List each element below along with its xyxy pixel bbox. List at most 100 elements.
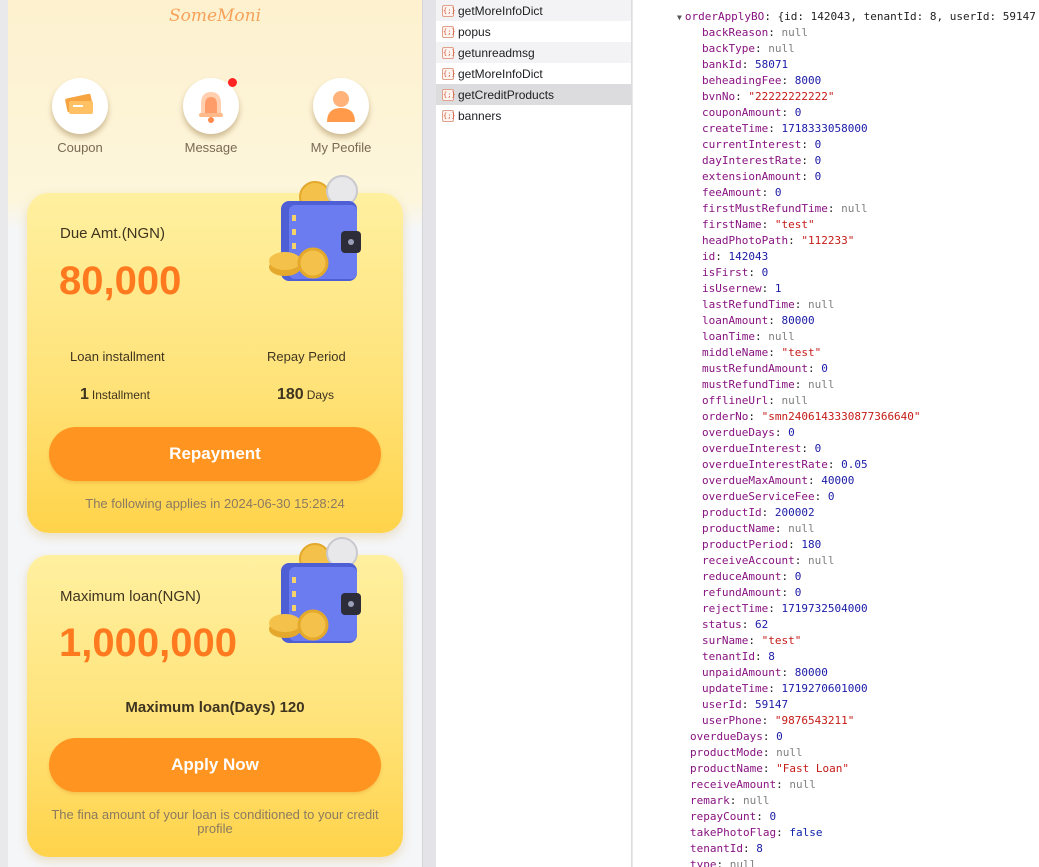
json-colon: : (801, 442, 815, 455)
json-key: isUsernew (702, 282, 762, 295)
json-key: bankId (702, 58, 742, 71)
request-name: getCreditProducts (458, 87, 555, 102)
json-value: false (789, 826, 823, 839)
max-loan-title: Maximum loan(NGN) (60, 588, 201, 605)
json-key: overdueDays (690, 730, 763, 743)
brand-logo: SomeMoni (168, 6, 262, 26)
json-colon: : (716, 858, 730, 867)
json-value: 40000 (821, 474, 855, 487)
json-field: productName: null (702, 521, 815, 537)
json-field: remark: null (690, 793, 770, 809)
json-field: feeAmount: 0 (702, 185, 781, 201)
json-key: loanTime (702, 330, 755, 343)
json-field: loanTime: null (702, 329, 795, 345)
max-loan-days: Maximum loan(Days) 120 (125, 699, 305, 716)
json-field: userId: 59147 (702, 697, 788, 713)
network-request-row[interactable]: {;} getCreditProducts (436, 84, 631, 105)
json-key: receiveAmount (690, 778, 777, 791)
json-value: 0 (774, 186, 782, 199)
max-loan-card: Maximum loan(NGN) 1,000,000 Maximum loan… (27, 537, 403, 857)
request-name: getunreadmsg (458, 45, 535, 60)
json-key: refundAmount (702, 586, 782, 599)
json-colon: : (768, 602, 782, 615)
coupon-label: Coupon (57, 140, 103, 155)
json-value: null (768, 330, 795, 343)
json-colon: : (781, 74, 795, 87)
json-colon: : (776, 826, 790, 839)
json-field: orderNo: "smn2406143330877366640" (702, 409, 921, 425)
json-colon: : (735, 90, 749, 103)
json-key: receiveAccount (702, 554, 795, 567)
json-colon: : (794, 378, 808, 391)
json-field: id: 142043 (702, 249, 768, 265)
network-request-row[interactable]: {;} getunreadmsg (436, 42, 631, 63)
json-key: overdueInterestRate (702, 458, 828, 471)
json-field: surName: "test" (702, 633, 801, 649)
installment-unit: Installment (91, 388, 150, 402)
json-key: extensionAmount (702, 170, 802, 183)
json-key: id (702, 250, 716, 263)
json-colon: : (768, 314, 782, 327)
json-key: rejectTime (702, 602, 769, 615)
xhr-icon: {;} (442, 109, 456, 122)
json-field: receiveAccount: null (702, 553, 834, 569)
json-colon: : (781, 106, 795, 119)
bell-icon (183, 78, 239, 134)
apply-now-button[interactable]: Apply Now (49, 738, 381, 792)
json-key: offlineUrl (702, 394, 769, 407)
json-key: mustRefundAmount (702, 362, 808, 375)
json-value: 0 (827, 490, 835, 503)
response-preview: ······· ▼orderApplyBO: {id: 142043, tena… (633, 0, 1039, 867)
json-colon: : (801, 154, 815, 167)
json-field: productMode: null (690, 745, 803, 761)
panel-divider[interactable] (422, 0, 436, 867)
profile-button[interactable]: My Peofile (291, 78, 391, 155)
network-request-row[interactable]: {;} getMoreInfoDict (436, 0, 631, 21)
json-key: productMode (690, 746, 763, 759)
json-colon: : (781, 570, 795, 583)
due-amount-title: Due Amt.(NGN) (60, 225, 166, 242)
network-request-row[interactable]: {;} popus (436, 21, 631, 42)
json-field: overdueMaxAmount: 40000 (702, 473, 854, 489)
repayment-button[interactable]: Repayment (49, 427, 381, 481)
app-screen: SomeMoni Coupon Message My Peofile Due A… (8, 0, 422, 867)
json-value: null (781, 26, 808, 39)
json-value: 80000 (781, 314, 815, 327)
json-colon: : (794, 554, 808, 567)
json-colon: : (814, 490, 828, 503)
json-colon: : (768, 346, 782, 359)
json-value: "test" (774, 218, 815, 231)
json-value: 0 (761, 266, 769, 279)
loan-footnote: The fina amount of your loan is conditio… (51, 807, 379, 836)
coupon-button[interactable]: Coupon (30, 78, 130, 155)
json-colon: : (729, 794, 743, 807)
json-key: overdueMaxAmount (702, 474, 808, 487)
json-value: "smn2406143330877366640" (761, 410, 921, 423)
expand-triangle-icon[interactable]: ▼ (677, 13, 682, 22)
json-value: 58071 (755, 58, 789, 71)
json-key: beheadingFee (702, 74, 782, 87)
wallet-icon (269, 537, 361, 643)
json-field: isUsernew: 1 (702, 281, 781, 297)
json-field: bankId: 58071 (702, 57, 788, 73)
json-key: productPeriod (702, 538, 789, 551)
json-value: 0 (821, 362, 828, 375)
json-colon: : (776, 778, 790, 791)
json-key: userPhone (702, 714, 762, 727)
json-value: null (807, 298, 835, 311)
json-key: mustRefundTime (702, 378, 795, 391)
json-field: currentInterest: 0 (702, 137, 821, 153)
json-field: type: null (690, 857, 756, 867)
network-request-row[interactable]: {;} getMoreInfoDict (436, 63, 631, 84)
network-request-row[interactable]: {;} banners (436, 105, 631, 126)
json-key: headPhotoPath (702, 234, 789, 247)
repay-period-unit: Days (306, 388, 335, 402)
json-colon: : (794, 298, 808, 311)
preview-object-header[interactable]: ▼ orderApplyBO: {id: 142043, tenantId: 8,… (677, 9, 1036, 25)
json-key: tenantId (690, 842, 743, 855)
xhr-icon: {;} (442, 46, 456, 59)
json-value: 1719270601000 (781, 682, 868, 695)
json-field: backType: null (702, 41, 795, 57)
message-button[interactable]: Message (161, 78, 261, 155)
json-colon: : (788, 538, 802, 551)
